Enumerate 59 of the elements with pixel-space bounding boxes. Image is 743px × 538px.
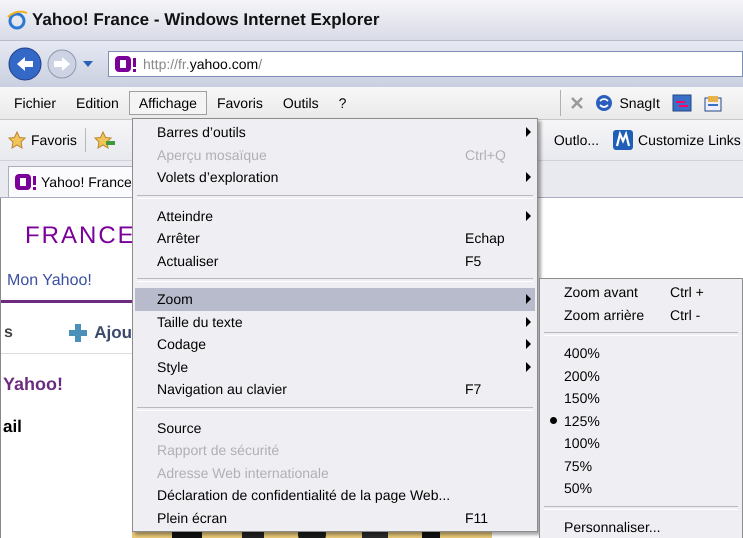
submenu-arrow-icon [526,339,530,350]
address-field[interactable]: http://fr.yahoo.com/ [108,51,743,77]
submenu-arrow-icon [526,294,530,304]
menu-item[interactable]: Edition [66,91,129,115]
note-icon [704,94,724,112]
menu-item[interactable]: 200% [542,364,740,387]
window-title: Yahoo! France - Windows Internet Explorer [32,10,380,30]
menu-item[interactable]: Personnaliser... [542,516,740,538]
browser-logo-icon [6,9,28,31]
menu-item[interactable]: Zoom avant Ctrl + [542,281,740,304]
menu-item[interactable]: Style [135,356,535,378]
menu-item[interactable]: Navigation au clavier F7 [135,378,535,400]
menu-item[interactable]: Fichier [4,91,66,115]
site-icon [15,174,37,190]
add-button[interactable]: Ajou [68,323,132,343]
section-label: ail [2,416,23,437]
window-icon [672,94,692,112]
text-fragment: s [4,324,13,342]
globe-icon [595,94,614,112]
submenu-arrow-icon [526,127,530,138]
submenu-arrow-icon [526,172,530,182]
favorites-link[interactable]: Customize Links [638,132,741,148]
menu-item[interactable]: Taille du texte [135,310,535,333]
m-app-icon [613,130,634,150]
menu-item[interactable]: Arrêter Echap [135,227,535,250]
submenu-arrow-icon [526,210,530,221]
menu-item[interactable]: 400% [542,342,740,364]
menu-item[interactable]: 75% [542,454,740,477]
submenu-arrow-icon [526,362,530,372]
menu-item[interactable]: Atteindre [135,204,535,227]
stop-icon [571,97,584,109]
menu-item[interactable]: Favoris [206,91,273,115]
menu-item[interactable]: Zoom arrière Ctrl - [542,304,740,326]
menu-item[interactable]: Actualiser F5 [135,250,535,272]
menu-item[interactable]: ? [328,91,356,115]
menu-item[interactable]: Outils [272,91,329,115]
menu-item[interactable]: 150% [542,387,740,410]
menu-item[interactable]: Barres d’outils [135,121,535,144]
logo-subtitle: FRANCE [25,222,136,250]
menu-item[interactable]: Codage [135,333,535,356]
favorites-link[interactable]: Outlo... [554,132,600,148]
menu-item[interactable]: Zoom [135,288,535,310]
submenu-arrow-icon [526,316,530,327]
favorites-button[interactable]: Favoris [8,131,77,149]
add-favorite-icon [94,131,116,149]
star-icon [8,131,26,149]
menu-item[interactable]: Source [135,416,535,439]
dropdown-icon[interactable] [82,60,94,68]
menu-item[interactable]: Affichage [128,91,207,115]
menu-item[interactable]: 100% [542,432,740,454]
site-icon [115,56,137,72]
menu-item[interactable]: Plein écran F11 [135,506,535,529]
snagit-button[interactable]: SnagIt [595,94,660,112]
menu-item[interactable]: 50% [542,477,740,500]
back-button[interactable] [8,47,42,81]
menu-item[interactable]: 125% [542,410,740,432]
menu-item[interactable]: Déclaration de confidentialité de la page Web... [135,484,535,506]
plus-icon [68,323,88,343]
section-heading: Yahoo! [2,373,64,395]
